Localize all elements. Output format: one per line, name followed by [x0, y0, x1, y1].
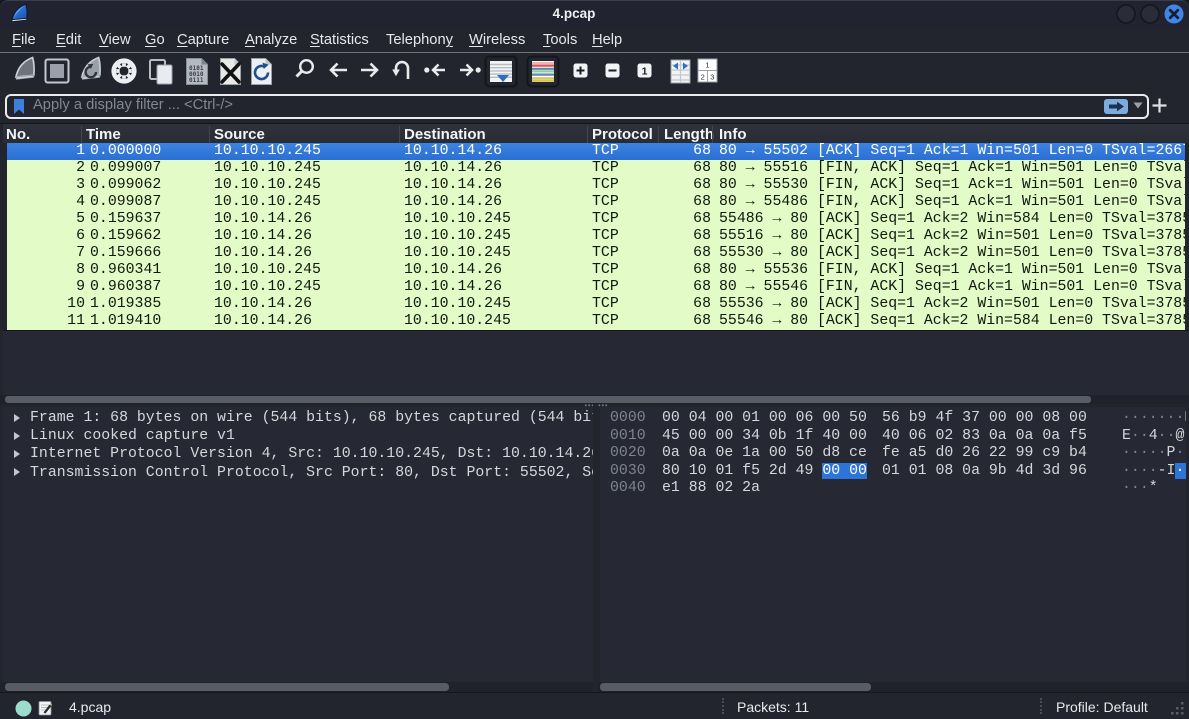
svg-text:0111: 0111 — [189, 77, 204, 84]
svg-text:3: 3 — [710, 73, 714, 82]
svg-text:2: 2 — [701, 73, 705, 82]
svg-text:1: 1 — [705, 61, 709, 70]
svg-text:1: 1 — [642, 66, 648, 78]
